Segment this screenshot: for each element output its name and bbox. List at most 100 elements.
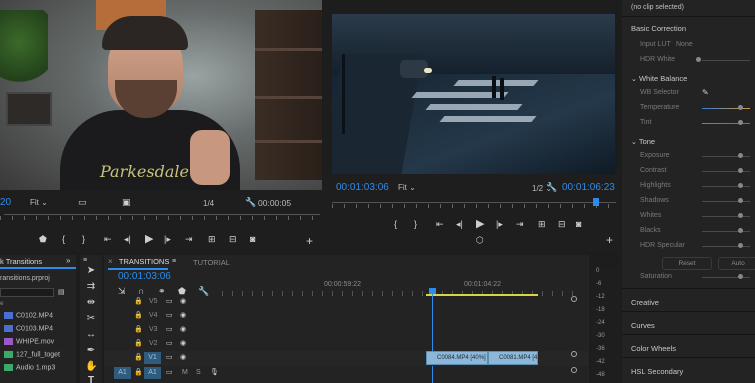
lock-icon[interactable]: 🔒: [134, 340, 143, 347]
tone-header[interactable]: ⌄ Tone: [631, 137, 655, 146]
reset-button[interactable]: Reset: [662, 257, 712, 270]
source-resolution-select[interactable]: 1/4: [203, 199, 214, 208]
track-target-a1[interactable]: A1: [144, 367, 161, 379]
project-item[interactable]: WHIPE.mov: [4, 338, 76, 350]
marker-icon[interactable]: ⬟: [39, 235, 47, 244]
program-zoom-select[interactable]: Fit ⌄: [398, 183, 416, 192]
go-to-in-icon[interactable]: ⇤: [436, 220, 444, 229]
shadows-row[interactable]: Shadows: [640, 197, 750, 207]
tab-tutorial[interactable]: TUTORIAL: [193, 258, 230, 267]
program-scrub-bar[interactable]: [332, 202, 616, 203]
panel-menu-icon[interactable]: ≡: [83, 257, 87, 264]
sync-lock-icon[interactable]: ▭: [166, 312, 173, 319]
step-forward-icon[interactable]: |▸: [164, 235, 171, 244]
insert-icon[interactable]: ⊞: [208, 235, 216, 244]
track-zoom-handle[interactable]: [571, 351, 577, 357]
hand-tool-icon[interactable]: ✋: [85, 361, 97, 373]
razor-tool-icon[interactable]: ✂: [85, 313, 97, 325]
sync-lock-icon[interactable]: ▭: [166, 340, 173, 347]
track-zoom-handle[interactable]: [571, 367, 577, 373]
mark-in-icon[interactable]: {: [62, 235, 65, 244]
eye-icon[interactable]: ◉: [180, 340, 186, 347]
hdr-white-row[interactable]: HDR White: [640, 56, 750, 66]
sync-lock-icon[interactable]: ▭: [166, 369, 173, 376]
add-button-icon[interactable]: +: [306, 235, 313, 247]
mark-out-icon[interactable]: }: [82, 235, 85, 244]
project-item[interactable]: Audio 1.mp3: [4, 364, 76, 376]
go-to-in-icon[interactable]: ⇤: [104, 235, 112, 244]
eye-icon[interactable]: ◉: [180, 354, 186, 361]
whites-row[interactable]: Whites: [640, 212, 750, 222]
extract-icon[interactable]: ⊟: [558, 220, 566, 229]
overwrite-icon[interactable]: ⊟: [229, 235, 237, 244]
source-scrub-bar[interactable]: [4, 214, 320, 215]
source-timecode[interactable]: 20: [0, 197, 11, 208]
source-patch-a1[interactable]: A1: [114, 367, 131, 379]
timeline-timecode[interactable]: 00:01:03:06: [118, 271, 171, 282]
lock-icon[interactable]: 🔒: [134, 298, 143, 305]
play-icon[interactable]: ▶: [476, 219, 484, 230]
program-timecode[interactable]: 00:01:03:06: [336, 182, 389, 193]
project-tab[interactable]: k Transitions: [0, 257, 76, 269]
sync-lock-icon[interactable]: ▭: [166, 326, 173, 333]
lock-icon[interactable]: 🔒: [134, 369, 143, 376]
mark-out-icon[interactable]: }: [414, 220, 417, 229]
timeline-clip[interactable]: C0081.MP4 [40%]: [488, 351, 538, 365]
highlights-row[interactable]: Highlights: [640, 182, 750, 192]
pen-tool-icon[interactable]: ✒: [85, 345, 97, 357]
blacks-row[interactable]: Blacks: [640, 227, 750, 237]
auto-button[interactable]: Auto: [718, 257, 755, 270]
panel-menu-icon[interactable]: ≡: [172, 258, 176, 265]
contrast-row[interactable]: Contrast: [640, 167, 750, 177]
sync-lock-icon[interactable]: ▭: [166, 354, 173, 361]
panel-menu-icon[interactable]: »: [66, 257, 70, 265]
step-back-icon[interactable]: ◂|: [124, 235, 131, 244]
microphone-icon[interactable]: 🎙: [210, 369, 219, 376]
eyedropper-icon[interactable]: ✎: [702, 89, 709, 97]
type-tool-icon[interactable]: T: [85, 375, 97, 383]
lock-icon[interactable]: 🔒: [134, 354, 143, 361]
lock-icon[interactable]: 🔒: [134, 326, 143, 333]
project-search-input[interactable]: [0, 288, 54, 297]
camera-icon[interactable]: ◙: [250, 235, 255, 244]
track-select-tool-icon[interactable]: ⇉: [85, 281, 97, 293]
project-item[interactable]: C0102.MP4: [4, 312, 76, 324]
step-back-icon[interactable]: ◂|: [456, 220, 463, 229]
wrench-icon[interactable]: 🔧: [546, 183, 557, 192]
solo-button[interactable]: S: [196, 369, 201, 376]
wb-selector-row[interactable]: WB Selector ✎: [640, 89, 750, 99]
input-lut-row[interactable]: Input LUT None: [640, 41, 750, 51]
saturation-row[interactable]: Saturation: [640, 273, 750, 283]
eye-icon[interactable]: ◉: [180, 326, 186, 333]
slip-tool-icon[interactable]: ↔: [85, 329, 97, 341]
go-to-out-icon[interactable]: ⇥: [185, 235, 193, 244]
project-item[interactable]: C0103.MP4: [4, 325, 76, 337]
add-button-icon[interactable]: +: [606, 234, 613, 246]
step-forward-icon[interactable]: |▸: [496, 220, 503, 229]
eye-icon[interactable]: ◉: [180, 298, 186, 305]
white-balance-header[interactable]: ⌄ White Balance: [631, 74, 687, 83]
mark-in-icon[interactable]: {: [394, 220, 397, 229]
temperature-row[interactable]: Temperature: [640, 104, 750, 114]
sync-lock-icon[interactable]: ▭: [166, 298, 173, 305]
basic-correction-header[interactable]: Basic Correction: [631, 24, 686, 33]
wrench-icon[interactable]: 🔧: [245, 198, 256, 207]
eye-icon[interactable]: ◉: [180, 312, 186, 319]
export-frame-icon[interactable]: ▣: [122, 198, 131, 207]
timeline-clip[interactable]: C0084.MP4 [40%]: [426, 351, 488, 365]
selection-tool-icon[interactable]: ➤: [85, 265, 97, 277]
play-icon[interactable]: ▶: [145, 234, 153, 245]
source-zoom-select[interactable]: Fit ⌄: [30, 198, 48, 207]
exposure-row[interactable]: Exposure: [640, 152, 750, 162]
program-playhead[interactable]: [593, 198, 599, 206]
project-item[interactable]: 127_full_toget: [4, 351, 76, 363]
go-to-out-icon[interactable]: ⇥: [516, 220, 524, 229]
hdr-specular-row[interactable]: HDR Specular: [640, 242, 750, 252]
lock-icon[interactable]: 🔒: [134, 312, 143, 319]
frame-icon[interactable]: ▭: [78, 198, 87, 207]
tint-row[interactable]: Tint: [640, 119, 750, 129]
hsl-secondary-section[interactable]: HSL Secondary: [622, 357, 755, 383]
mute-button[interactable]: M: [182, 369, 188, 376]
vr-icon[interactable]: ⬡: [476, 236, 484, 245]
track-target-v1[interactable]: V1: [144, 352, 161, 364]
